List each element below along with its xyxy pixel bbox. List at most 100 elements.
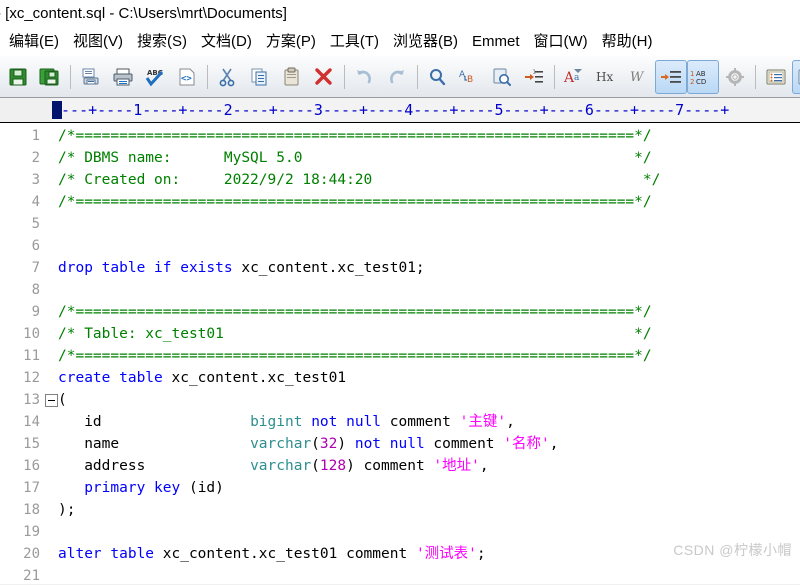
- toolbar[interactable]: ABC <> A B 1 Aa Hx W 1 AB 2 CD: [0, 56, 800, 98]
- line-number[interactable]: 11: [0, 345, 44, 367]
- menu-view[interactable]: 视图(V): [66, 28, 130, 56]
- code-line[interactable]: create table xc_content.xc_test01: [58, 367, 800, 389]
- menu-emmet[interactable]: Emmet: [465, 28, 527, 56]
- code-line[interactable]: [58, 521, 800, 543]
- code-token-kw: alter table: [58, 546, 155, 562]
- hex-view-icon[interactable]: Hx: [591, 60, 623, 94]
- menu-tools[interactable]: 工具(T): [323, 28, 386, 56]
- cut-icon[interactable]: [212, 60, 244, 94]
- line-number[interactable]: 10: [0, 323, 44, 345]
- save-all-icon[interactable]: [34, 60, 66, 94]
- code-token-pln: name: [58, 436, 251, 452]
- find-in-files-icon[interactable]: [486, 60, 518, 94]
- word-wrap-icon[interactable]: W: [623, 60, 655, 94]
- line-number[interactable]: 14: [0, 411, 44, 433]
- document-map-icon[interactable]: [792, 59, 800, 94]
- delete-icon[interactable]: [308, 60, 340, 94]
- print-icon[interactable]: [107, 60, 139, 94]
- code-token-pln: [302, 414, 311, 430]
- line-number-value: 21: [23, 568, 40, 584]
- line-number[interactable]: 12: [0, 367, 44, 389]
- code-line[interactable]: /*======================================…: [58, 191, 800, 213]
- fold-cell: [44, 455, 58, 477]
- code-text[interactable]: /*======================================…: [58, 123, 800, 584]
- line-number[interactable]: 21: [0, 565, 44, 584]
- code-line[interactable]: [58, 565, 800, 584]
- fold-cell: [44, 565, 58, 584]
- code-line[interactable]: /*======================================…: [58, 301, 800, 323]
- menu-help[interactable]: 帮助(H): [595, 28, 660, 56]
- line-number[interactable]: 3: [0, 169, 44, 191]
- show-all-chars-icon[interactable]: 1 AB 2 CD: [687, 59, 719, 94]
- line-number[interactable]: 7: [0, 257, 44, 279]
- font-icon[interactable]: Aa: [559, 60, 591, 94]
- settings-icon[interactable]: [719, 60, 751, 94]
- code-line[interactable]: [58, 213, 800, 235]
- line-number[interactable]: 20: [0, 543, 44, 565]
- editor-area[interactable]: 1 2 3 4 5 6 7 8 9 10 11 12 13 14 15 16 17 18 19 20 21 /*====…: [0, 123, 800, 584]
- line-number[interactable]: 5: [0, 213, 44, 235]
- view-source-icon[interactable]: <>: [171, 60, 203, 94]
- menu-window[interactable]: 窗口(W): [527, 28, 595, 56]
- file-explorer-icon[interactable]: [760, 60, 792, 94]
- fold-cell: [44, 169, 58, 191]
- menu-browser[interactable]: 浏览器(B): [386, 28, 465, 56]
- code-line[interactable]: id bigint not null comment '主键',: [58, 411, 800, 433]
- line-number[interactable]: 9: [0, 301, 44, 323]
- undo-icon[interactable]: [349, 60, 381, 94]
- code-line[interactable]: /* Created on: 2022/9/2 18:44:20 */: [58, 169, 800, 191]
- line-number[interactable]: 16: [0, 455, 44, 477]
- line-number[interactable]: 1: [0, 125, 44, 147]
- code-line[interactable]: (: [58, 389, 800, 411]
- code-line[interactable]: [58, 279, 800, 301]
- save-icon[interactable]: [2, 60, 34, 94]
- fold-cell: [44, 147, 58, 169]
- find-icon[interactable]: [422, 60, 454, 94]
- line-number[interactable]: 8: [0, 279, 44, 301]
- code-line[interactable]: /*======================================…: [58, 125, 800, 147]
- npp-window: - [xc_content.sql - C:\Users\mrt\Documen…: [0, 0, 800, 585]
- line-number[interactable]: 2: [0, 147, 44, 169]
- code-token-pln: ) comment: [346, 458, 434, 474]
- paste-icon[interactable]: [276, 60, 308, 94]
- line-number[interactable]: 19: [0, 521, 44, 543]
- code-line[interactable]: /* DBMS name: MySQL 5.0 */: [58, 147, 800, 169]
- code-token-pln: [58, 480, 84, 496]
- line-number[interactable]: 4: [0, 191, 44, 213]
- code-line[interactable]: [58, 235, 800, 257]
- code-line[interactable]: drop table if exists xc_content.xc_test0…: [58, 257, 800, 279]
- line-number-gutter[interactable]: 1 2 3 4 5 6 7 8 9 10 11 12 13 14 15 16 17 18 19 20 21: [0, 123, 44, 584]
- menu-project[interactable]: 方案(P): [259, 28, 323, 56]
- copy-icon[interactable]: [244, 60, 276, 94]
- show-indent-guide-icon[interactable]: [655, 59, 687, 94]
- fold-cell: [44, 411, 58, 433]
- code-token-kw: not null: [311, 414, 382, 430]
- fold-cell: [44, 213, 58, 235]
- print-preview-icon[interactable]: [75, 60, 107, 94]
- code-line[interactable]: /* Table: xc_test01 */: [58, 323, 800, 345]
- replace-icon[interactable]: AB: [454, 60, 486, 94]
- code-line[interactable]: address varchar(128) comment '地址',: [58, 455, 800, 477]
- code-line[interactable]: name varchar(32) not null comment '名称',: [58, 433, 800, 455]
- spellcheck-icon[interactable]: ABC: [139, 60, 171, 94]
- line-number[interactable]: 15: [0, 433, 44, 455]
- redo-icon[interactable]: [381, 60, 413, 94]
- code-line[interactable]: /*======================================…: [58, 345, 800, 367]
- menu-search[interactable]: 搜索(S): [130, 28, 194, 56]
- code-line[interactable]: primary key (id): [58, 477, 800, 499]
- code-line[interactable]: );: [58, 499, 800, 521]
- menu-document[interactable]: 文档(D): [194, 28, 259, 56]
- code-line[interactable]: alter table xc_content.xc_test01 comment…: [58, 543, 800, 565]
- menu-edit[interactable]: 编辑(E): [2, 28, 66, 56]
- menu-bar[interactable]: 编辑(E) 视图(V) 搜索(S) 文档(D) 方案(P) 工具(T) 浏览器(B) Emme…: [0, 28, 800, 56]
- line-number[interactable]: 17: [0, 477, 44, 499]
- fold-box[interactable]: [44, 393, 58, 407]
- fold-margin[interactable]: [44, 123, 58, 584]
- line-number[interactable]: 18: [0, 499, 44, 521]
- fold-cell: [44, 323, 58, 345]
- fold-collapse-icon[interactable]: [44, 389, 58, 411]
- toolbar-separator: [207, 64, 208, 89]
- line-number[interactable]: 6: [0, 235, 44, 257]
- line-number[interactable]: 13: [0, 389, 44, 411]
- goto-line-icon[interactable]: 1: [518, 60, 550, 94]
